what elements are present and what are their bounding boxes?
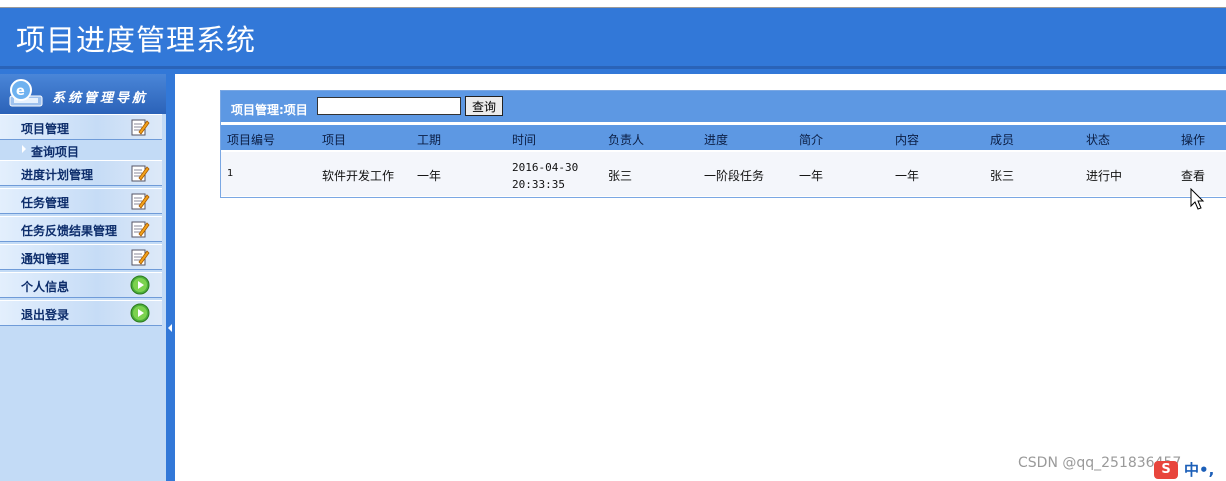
ime-badge-icon: S <box>1154 461 1178 479</box>
cell-time-date: 2016-04-30 <box>512 161 579 174</box>
window-top-edge <box>0 0 1226 8</box>
sidebar-subitem-query-project[interactable]: 查询项目 <box>0 142 162 159</box>
sidebar-item-notice-management[interactable]: 通知管理 <box>0 244 162 270</box>
column-header: 时间 <box>512 133 537 147</box>
nav-menu: 项目管理 查询项目 进度计划管理 任务管理 任务反馈结果管理 通知管理 个人信息… <box>0 114 162 328</box>
panel-label: 项目管理:项目 <box>231 103 308 117</box>
app-title: 项目进度管理系统 <box>16 23 257 57</box>
cell-time-clock: 20:33:35 <box>512 178 565 191</box>
cell-project-id: 1 <box>227 168 234 179</box>
edit-icon <box>131 119 150 136</box>
column-header: 项目编号 <box>227 133 276 147</box>
column-header: 内容 <box>895 133 920 147</box>
column-header: 简介 <box>799 133 824 147</box>
cell-project: 软件开发工作 <box>322 169 395 183</box>
sidebar-item-label: 退出登录 <box>21 308 70 322</box>
play-icon <box>130 303 150 323</box>
project-panel: 项目管理:项目 查询 项目编号 项目 工期 时间 负责人 进度 简介 内容 成员… <box>220 90 1226 198</box>
cell-content: 一年 <box>895 169 920 183</box>
sidebar-item-label: 进度计划管理 <box>21 168 94 182</box>
cell-duration: 一年 <box>417 169 442 183</box>
column-header: 成员 <box>990 133 1015 147</box>
ime-status: 中•, <box>1184 461 1215 479</box>
view-link[interactable]: 查看 <box>1181 167 1205 184</box>
edit-icon <box>131 221 150 238</box>
edit-icon <box>131 193 150 210</box>
column-header: 工期 <box>417 133 442 147</box>
column-header: 负责人 <box>608 133 645 147</box>
sidebar-item-label: 项目管理 <box>21 122 70 136</box>
edit-icon <box>131 249 150 266</box>
app-header: 项目进度管理系统 <box>0 8 1226 69</box>
cell-time: 2016-04-30 20:33:35 <box>512 159 578 193</box>
column-header: 状态 <box>1086 133 1111 147</box>
cell-progress: 一阶段任务 <box>704 169 765 183</box>
column-header: 项目 <box>322 133 347 147</box>
table-header: 项目编号 项目 工期 时间 负责人 进度 简介 内容 成员 状态 操作 <box>221 125 1226 150</box>
sidebar-subitem-label: 查询项目 <box>31 145 80 159</box>
column-header: 操作 <box>1181 133 1206 147</box>
table-row: 1 软件开发工作 一年 2016-04-30 20:33:35 张三 一阶段任务… <box>221 152 1226 196</box>
sidebar-item-logout[interactable]: 退出登录 <box>0 300 162 326</box>
sidebar-item-schedule-management[interactable]: 进度计划管理 <box>0 160 162 186</box>
sidebar-title: 系统管理导航 <box>52 91 149 106</box>
cell-owner: 张三 <box>608 169 633 183</box>
sidebar-item-label: 通知管理 <box>21 252 70 266</box>
search-input[interactable] <box>317 97 461 115</box>
search-button[interactable]: 查询 <box>465 96 503 116</box>
sidebar-item-task-management[interactable]: 任务管理 <box>0 188 162 214</box>
edit-icon <box>131 165 150 182</box>
sidebar-item-project-management[interactable]: 项目管理 <box>0 114 162 140</box>
mouse-pointer-icon <box>1190 188 1205 210</box>
sidebar: e 系统管理导航 项目管理 查询项目 进度计划管理 任务管理 任务反馈结果管理 … <box>0 74 166 481</box>
triangle-left-icon <box>168 324 172 332</box>
sidebar-item-task-feedback-management[interactable]: 任务反馈结果管理 <box>0 216 162 242</box>
sidebar-item-label: 任务管理 <box>21 196 70 210</box>
panel-header: 项目管理:项目 查询 <box>221 91 1226 122</box>
svg-text:e: e <box>16 84 25 99</box>
column-header: 进度 <box>704 133 729 147</box>
sidebar-item-personal-info[interactable]: 个人信息 <box>0 272 162 298</box>
computer-logo-icon: e <box>9 79 43 107</box>
cell-summary: 一年 <box>799 169 824 183</box>
play-icon <box>130 275 150 295</box>
sidebar-item-label: 个人信息 <box>21 280 70 294</box>
cell-status: 进行中 <box>1086 169 1123 183</box>
cell-members: 张三 <box>990 169 1015 183</box>
sidebar-item-label: 任务反馈结果管理 <box>21 224 118 238</box>
triangle-right-icon <box>22 145 26 153</box>
header-divider <box>0 69 1226 74</box>
sidebar-collapse-handle[interactable] <box>166 74 175 481</box>
sidebar-header: e 系统管理导航 <box>0 74 166 114</box>
